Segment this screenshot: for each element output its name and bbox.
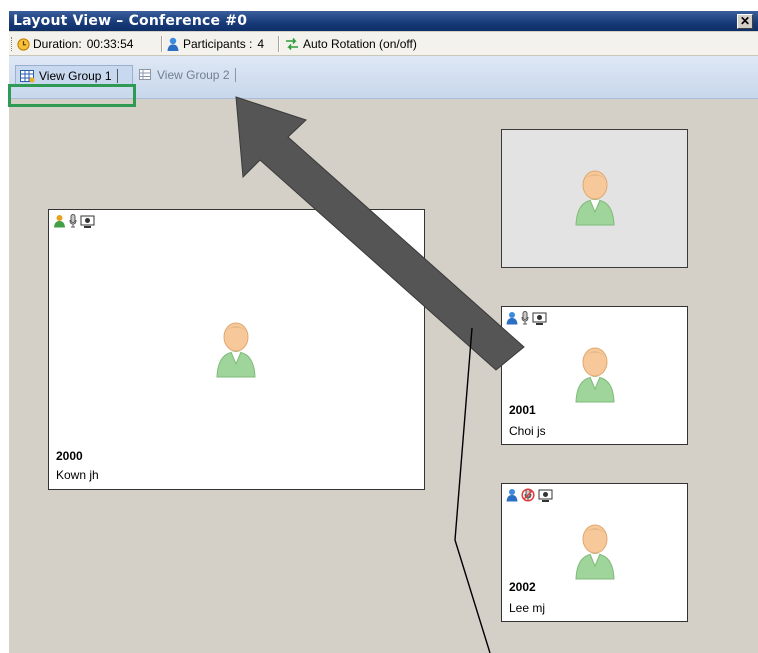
clock-icon (17, 37, 30, 51)
user-avatar-icon (216, 322, 256, 378)
duration-label: Duration: (33, 37, 82, 51)
user-avatar-icon (575, 170, 615, 226)
status-icons (506, 311, 547, 325)
participant-panel[interactable]: 2001 Choi js (501, 306, 688, 445)
status-icons (506, 488, 553, 502)
window-title: Layout View – Conference #0 (13, 13, 248, 29)
participants-value: 4 (257, 37, 265, 51)
participants-item: Participants : 4 (167, 36, 264, 52)
participant-panel[interactable]: 2000 Kown jh (48, 209, 425, 490)
toolbar-grip[interactable] (11, 37, 14, 51)
grid-view-icon (20, 69, 35, 83)
camera-icon (532, 312, 547, 325)
microphone-icon (521, 311, 529, 325)
highlight-frame (8, 84, 136, 107)
participant-panel[interactable]: 2002 Lee mj (501, 483, 688, 622)
duration-value: 00:33:54 (86, 37, 134, 51)
speaker-user-icon (53, 214, 66, 228)
status-icons (53, 214, 95, 228)
participants-icon (167, 37, 179, 52)
mic-muted-icon (521, 488, 535, 502)
empty-video-slot[interactable] (501, 129, 688, 268)
tab-separator (234, 68, 236, 82)
tab-view-group-1-label: View Group 1 (39, 69, 112, 83)
participant-extension: 2001 (509, 403, 536, 417)
participant-name: Lee mj (509, 601, 546, 615)
toolbar-separator (161, 36, 163, 52)
participant-extension: 2002 (509, 580, 536, 594)
camera-icon (538, 489, 553, 502)
auto-rotation-label: Auto Rotation (on/off) (303, 37, 417, 51)
grid-view-icon (139, 69, 152, 81)
user-icon (506, 311, 518, 325)
user-avatar-icon (575, 347, 615, 403)
user-avatar-icon (575, 524, 615, 580)
participant-extension: 2000 (56, 449, 83, 463)
rotation-icon (284, 37, 300, 51)
participants-label: Participants : (183, 37, 253, 51)
tab-view-group-2-label: View Group 2 (157, 68, 230, 82)
tab-separator (116, 69, 118, 83)
tab-view-group-2[interactable]: View Group 2 (139, 65, 236, 85)
camera-icon (80, 215, 95, 228)
participant-name: Kown jh (56, 468, 99, 482)
participant-name: Choi js (509, 424, 546, 438)
duration-item: Duration: 00:33:54 (17, 36, 133, 52)
toolbar-separator (278, 36, 280, 52)
title-bar: Layout View – Conference #0 ✕ (9, 11, 758, 31)
auto-rotation-button[interactable]: Auto Rotation (on/off) (284, 36, 417, 52)
microphone-icon (69, 214, 77, 228)
close-button[interactable]: ✕ (737, 14, 753, 29)
user-icon (506, 488, 518, 502)
toolbar: Duration: 00:33:54 Participants : 4 Auto… (9, 32, 758, 56)
